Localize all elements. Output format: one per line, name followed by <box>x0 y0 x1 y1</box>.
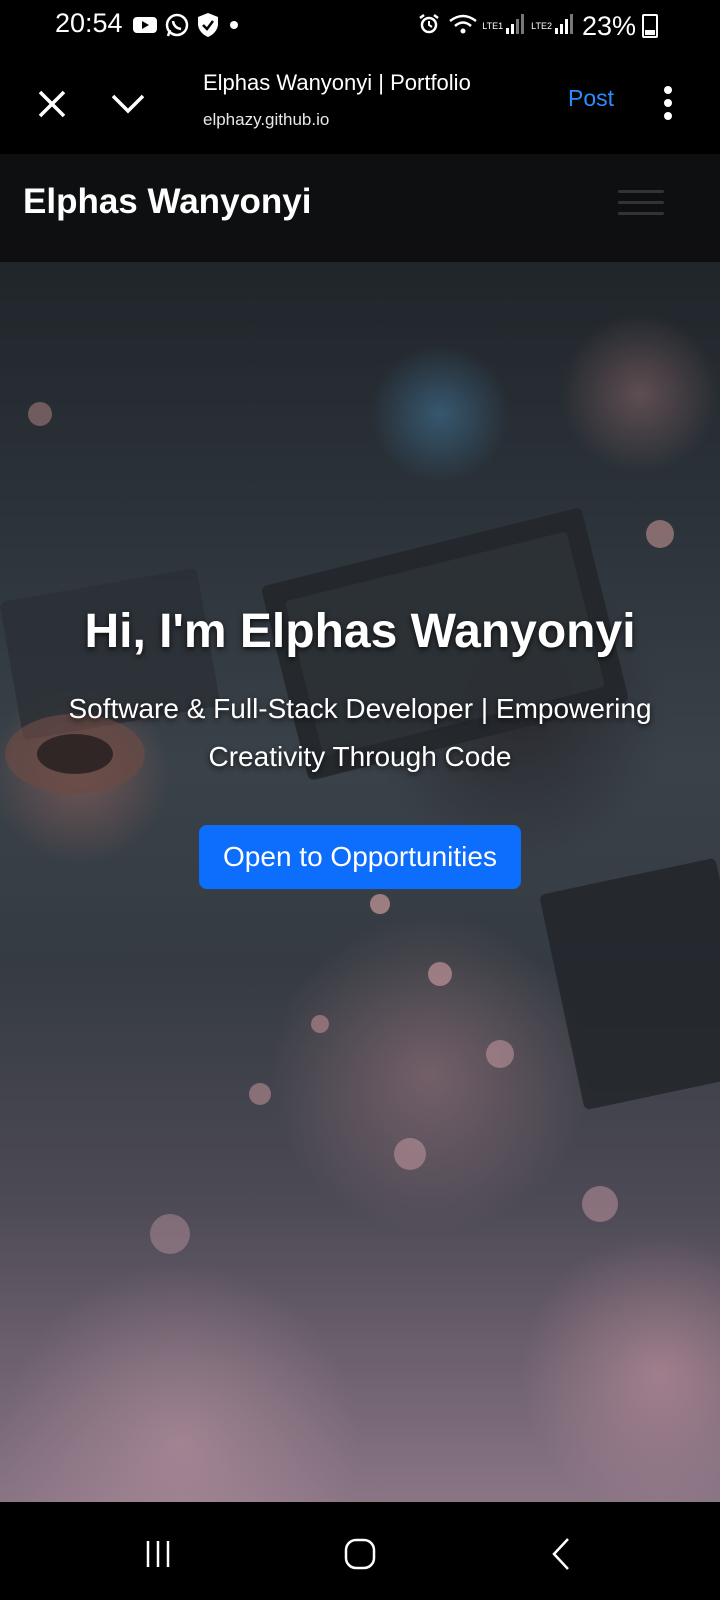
close-button[interactable] <box>30 82 74 126</box>
status-bar: 20:54 LTE1 LTE2 23% <box>0 0 720 52</box>
more-vertical-icon <box>664 86 672 120</box>
more-options-button[interactable] <box>652 78 684 128</box>
hero-subtitle: Software & Full-Stack Developer | Empowe… <box>68 693 652 772</box>
shield-check-icon <box>196 12 220 43</box>
post-button[interactable]: Post <box>568 85 614 112</box>
site-navbar: Elphas Wanyonyi <box>0 154 720 262</box>
battery-icon <box>642 14 658 38</box>
open-to-opportunities-button[interactable]: Open to Opportunities <box>199 825 521 889</box>
web-page: Elphas Wanyonyi Hi, I'm Elphas Wanyonyi … <box>0 154 720 1502</box>
signal-icon <box>554 13 574 40</box>
sim2-label: LTE2 <box>531 20 552 31</box>
dot-icon <box>226 17 242 38</box>
recent-apps-icon <box>146 1541 170 1567</box>
site-brand[interactable]: Elphas Wanyonyi <box>23 182 311 222</box>
status-left-icons <box>132 12 242 43</box>
minimize-button[interactable] <box>106 82 150 126</box>
home-button[interactable] <box>335 1532 385 1576</box>
hero-section: Hi, I'm Elphas Wanyonyi Software & Full-… <box>0 604 720 889</box>
url-host[interactable]: elphazy.github.io <box>203 110 329 130</box>
hamburger-icon <box>618 190 664 193</box>
hero-title: Hi, I'm Elphas Wanyonyi <box>84 605 636 658</box>
battery-percent: 23% <box>581 10 636 41</box>
chevron-down-icon <box>111 94 145 114</box>
recent-apps-button[interactable] <box>133 1532 183 1576</box>
close-icon <box>38 90 66 118</box>
youtube-icon <box>132 14 158 41</box>
home-icon <box>344 1538 376 1570</box>
alarm-icon <box>418 13 440 40</box>
page-title: Elphas Wanyonyi | Portfolio <box>203 70 471 95</box>
status-time: 20:54 <box>55 8 123 38</box>
whatsapp-icon <box>164 12 190 43</box>
wifi-icon <box>448 13 478 40</box>
hamburger-line <box>618 201 664 204</box>
sim1-label: LTE1 <box>482 20 504 31</box>
status-right-icons: LTE1 LTE2 23% <box>418 8 720 44</box>
browser-toolbar: Elphas Wanyonyi | Portfolio elphazy.gith… <box>0 52 720 155</box>
back-button[interactable] <box>537 1532 587 1576</box>
hamburger-line <box>618 212 664 215</box>
menu-toggle-button[interactable] <box>614 184 668 224</box>
back-icon <box>552 1538 569 1570</box>
signal-icon <box>505 13 525 40</box>
system-navigation-bar <box>0 1510 720 1600</box>
